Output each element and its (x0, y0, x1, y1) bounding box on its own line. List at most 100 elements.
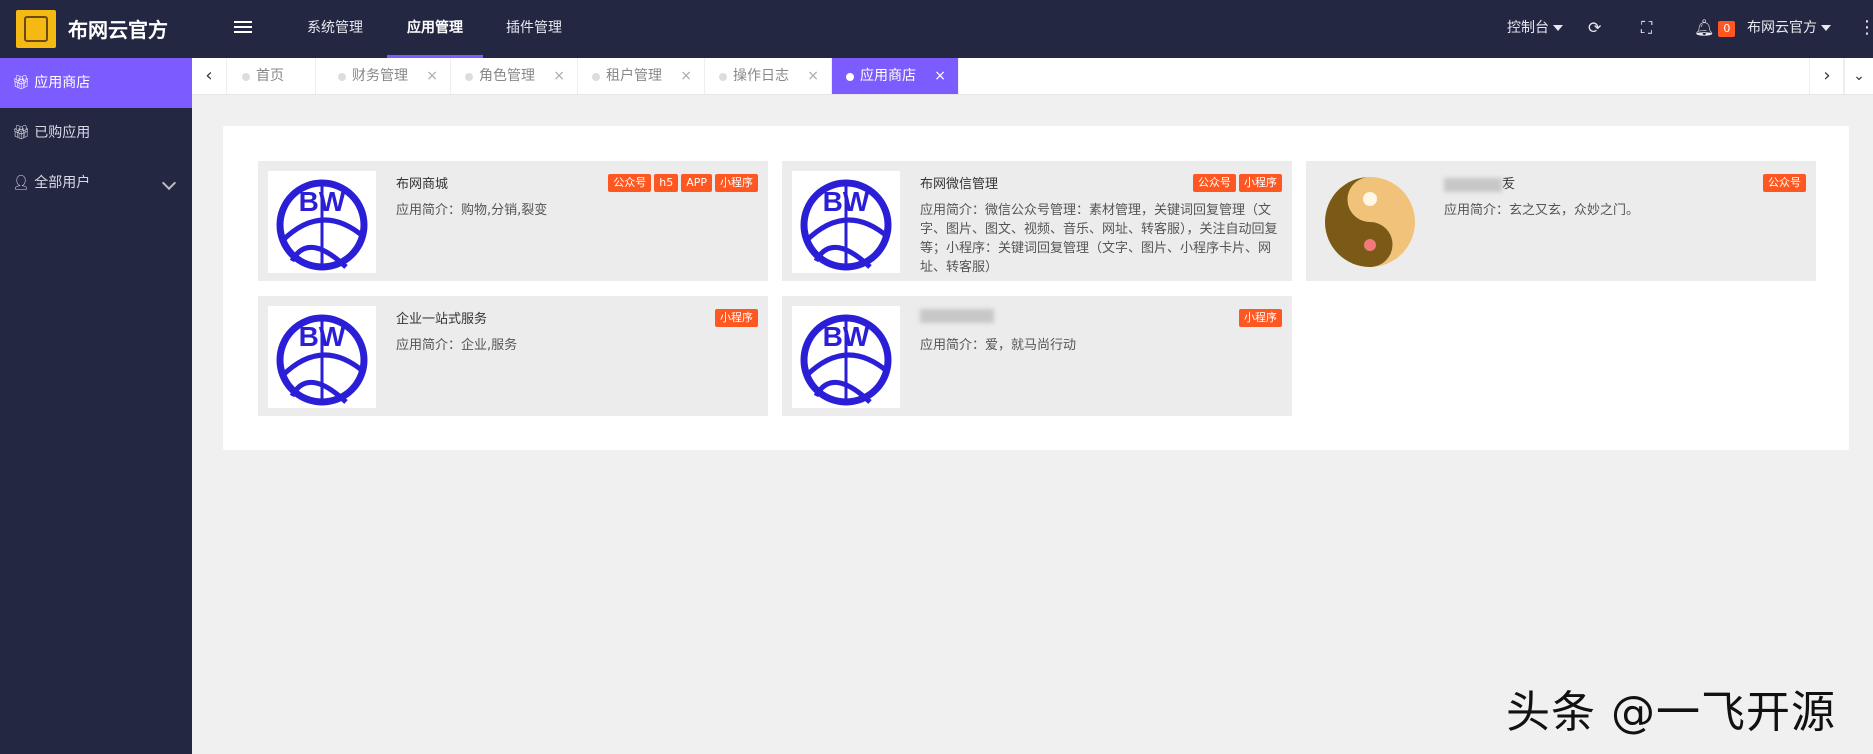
redacted-text (1444, 177, 1502, 192)
sidebar: 🎁︎ 应用商店 🎁︎ 已购应用 👤︎ 全部用户 (0, 58, 192, 754)
app-title: 布网微信管理 (920, 177, 999, 192)
close-icon[interactable]: × (934, 58, 946, 94)
tab-operation-log[interactable]: 操作日志 × (705, 58, 832, 94)
sidebar-item-label: 已购应用 (34, 125, 91, 141)
app-card[interactable]: BW 小程序 应用简介：爱，就马尚行动 (782, 296, 1292, 416)
tag-group: 小程序 (1236, 306, 1282, 327)
close-icon[interactable]: × (807, 58, 819, 94)
app-card[interactable]: BW 布网微信管理 公众号 小程序 应用简介：微信公众号管理：素材管理，关键词回复… (782, 161, 1292, 281)
sidebar-item-purchased-apps[interactable]: 🎁︎ 已购应用 (0, 108, 192, 158)
caret-down-icon (1553, 25, 1563, 31)
tag-group: 公众号 h5 APP 小程序 (605, 171, 758, 192)
tag: 公众号 (608, 174, 652, 192)
tab-dot-icon (592, 73, 600, 81)
tab-dot-icon (338, 73, 346, 81)
tab-scroll-left-icon[interactable]: ‹ (192, 58, 227, 94)
tab-dot-icon (846, 73, 854, 81)
app-card[interactable]: BW 企业一站式服务 小程序 应用简介：企业,服务 (258, 296, 768, 416)
bell-icon: 🔔︎ (1694, 18, 1715, 37)
close-icon[interactable]: × (426, 58, 438, 94)
app-title: 企业一站式服务 (396, 312, 488, 327)
nav-system-management[interactable]: 系统管理 (287, 0, 383, 58)
more-vertical-icon[interactable]: ⋮ (1858, 0, 1873, 58)
nav-app-management[interactable]: 应用管理 (387, 0, 483, 58)
svg-text:BW: BW (823, 186, 870, 217)
tab-label: 首页 (256, 68, 284, 84)
brand-logo[interactable] (16, 10, 56, 48)
app-title-visible-char: 叐 (1502, 177, 1516, 192)
tag-group: 公众号 小程序 (1190, 171, 1282, 192)
gift-icon: 🎁︎ (12, 75, 30, 91)
user-name: 布网云官方 (1747, 20, 1817, 36)
nav-plugin-management[interactable]: 插件管理 (486, 0, 582, 58)
brand-title[interactable]: 布网云官方 (68, 14, 168, 43)
bw-globe-logo: BW (792, 306, 900, 408)
app-description: 应用简介：企业,服务 (396, 338, 518, 353)
app-description: 应用简介：购物,分销,裂变 (396, 203, 548, 218)
close-icon[interactable]: × (680, 58, 692, 94)
tag-group: 公众号 (1760, 171, 1806, 192)
tab-bar: ‹ 首页 财务管理 × 角色管理 × 租户管理 × 操作日志 × 应用商店 × › ⌄ (192, 58, 1873, 95)
tag: 公众号 (1193, 174, 1236, 192)
notification-button[interactable]: 🔔︎ 0 (1694, 0, 1736, 58)
tab-label: 操作日志 (733, 68, 789, 84)
bw-globe-logo: BW (268, 171, 376, 273)
tab-tenants[interactable]: 租户管理 × (578, 58, 705, 94)
tab-roles[interactable]: 角色管理 × (451, 58, 578, 94)
yin-yang-logo (1316, 171, 1424, 273)
tag: 小程序 (1239, 174, 1282, 192)
tag: 小程序 (715, 174, 758, 192)
tab-scroll-right-icon[interactable]: › (1809, 58, 1845, 94)
tag: 小程序 (1239, 309, 1282, 327)
refresh-icon[interactable]: ⟳ (1588, 0, 1601, 58)
tab-label: 角色管理 (479, 68, 535, 84)
tab-app-store[interactable]: 应用商店 × (832, 58, 959, 94)
chevron-down-icon (161, 175, 177, 191)
tag-group: 小程序 (712, 306, 758, 327)
notification-count: 0 (1718, 21, 1736, 37)
redacted-text (920, 308, 994, 323)
top-header: 布网云官方 系统管理 应用管理 插件管理 控制台 ⟳ ⛶ 🔔︎ 0 布网云官方 ⋮ (0, 0, 1873, 58)
menu-toggle-icon[interactable] (234, 18, 252, 36)
app-title: 布网商城 (396, 177, 449, 192)
console-dropdown[interactable]: 控制台 (1507, 0, 1563, 58)
tab-home[interactable]: 首页 (228, 58, 316, 94)
tab-label: 租户管理 (606, 68, 662, 84)
app-card[interactable]: BW 布网商城 公众号 h5 APP 小程序 应用简介：购物,分销,裂变 (258, 161, 768, 281)
app-store-panel: BW 布网商城 公众号 h5 APP 小程序 应用简介：购物,分销,裂变 BW 布网微… (223, 126, 1849, 450)
console-label: 控制台 (1507, 20, 1549, 36)
app-title (920, 308, 994, 323)
svg-text:BW: BW (299, 186, 346, 217)
bw-globe-logo: BW (792, 171, 900, 273)
tab-dot-icon (242, 73, 250, 81)
tab-dot-icon (465, 73, 473, 81)
tag: h5 (654, 174, 679, 192)
watermark-text: 头条 @一飞开源 (1506, 687, 1836, 738)
app-card[interactable]: 叐 公众号 应用简介：玄之又玄，众妙之门。 (1306, 161, 1816, 281)
app-description: 应用简介：爱，就马尚行动 (920, 338, 1077, 353)
svg-text:BW: BW (823, 321, 870, 352)
tab-finance[interactable]: 财务管理 × (324, 58, 451, 94)
caret-down-icon (1821, 25, 1831, 31)
tag: 公众号 (1763, 174, 1806, 192)
sidebar-item-label: 全部用户 (34, 175, 91, 191)
person-icon: 👤︎ (12, 175, 30, 191)
tab-dot-icon (719, 73, 727, 81)
tab-label: 财务管理 (352, 68, 408, 84)
tag: 小程序 (715, 309, 758, 327)
bw-globe-logo: BW (268, 306, 376, 408)
app-description: 应用简介：玄之又玄，众妙之门。 (1444, 203, 1640, 218)
svg-text:BW: BW (299, 321, 346, 352)
tab-menu-chevron-icon[interactable]: ⌄ (1843, 58, 1873, 94)
tab-label: 应用商店 (860, 68, 916, 84)
user-dropdown[interactable]: 布网云官方 (1747, 0, 1831, 58)
app-title: 叐 (1444, 173, 1515, 192)
app-description: 应用简介：微信公众号管理：素材管理，关键词回复管理（文字、图片、图文、视频、音乐… (920, 203, 1278, 275)
gift-icon: 🎁︎ (12, 125, 30, 141)
tag: APP (681, 174, 712, 192)
close-icon[interactable]: × (553, 58, 565, 94)
sidebar-item-label: 应用商店 (34, 75, 91, 91)
fullscreen-icon[interactable]: ⛶ (1641, 0, 1652, 58)
sidebar-item-app-store[interactable]: 🎁︎ 应用商店 (0, 58, 192, 108)
sidebar-item-all-users[interactable]: 👤︎ 全部用户 (0, 158, 192, 208)
